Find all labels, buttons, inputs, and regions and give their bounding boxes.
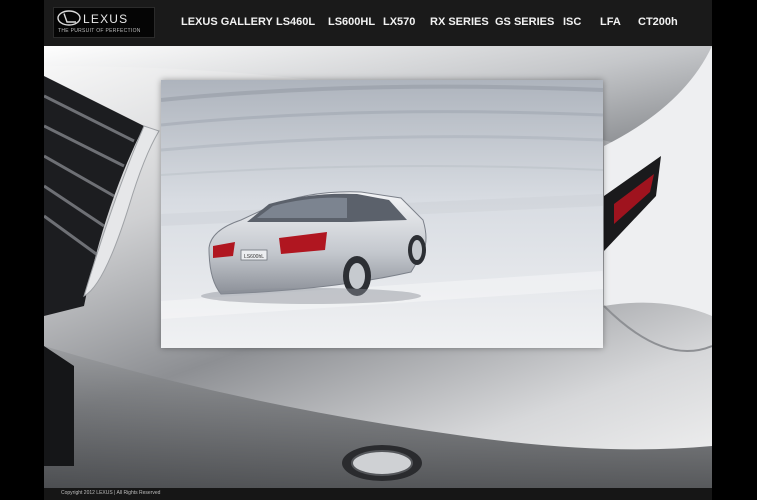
- nav-item-ct200h[interactable]: CT200h: [638, 16, 678, 28]
- brand-name: LEXUS: [83, 12, 129, 26]
- lexus-emblem-icon: [57, 10, 81, 26]
- nav-item-isc[interactable]: ISC: [563, 16, 581, 28]
- nav-item-gs-series[interactable]: GS SERIES: [495, 16, 554, 28]
- license-plate: LS600hL: [244, 254, 264, 260]
- copyright-text: Copyright 2012 LEXUS | All Rights Reserv…: [61, 490, 161, 496]
- nav-item-ls460l[interactable]: LS460L: [276, 16, 315, 28]
- top-navigation-bar: LEXUS THE PURSUIT OF PERFECTION LEXUS GA…: [44, 0, 712, 46]
- nav-item-lexus-gallery[interactable]: LEXUS GALLERY: [181, 16, 273, 28]
- main-menu: LEXUS GALLERY LS460L LS600HL LX570 RX SE…: [164, 0, 712, 46]
- nav-item-lfa[interactable]: LFA: [600, 16, 621, 28]
- brand-tagline: THE PURSUIT OF PERFECTION: [58, 28, 141, 34]
- lexus-logo[interactable]: LEXUS THE PURSUIT OF PERFECTION: [53, 7, 155, 38]
- gallery-feature-image[interactable]: LS600hL: [161, 80, 603, 348]
- ls600hl-rear-photo: LS600hL: [161, 80, 603, 348]
- site-frame: LEXUS THE PURSUIT OF PERFECTION LEXUS GA…: [44, 0, 712, 500]
- nav-item-lx570[interactable]: LX570: [383, 16, 415, 28]
- nav-item-ls600hl[interactable]: LS600HL: [328, 16, 375, 28]
- footer-bar: Copyright 2012 LEXUS | All Rights Reserv…: [44, 488, 712, 500]
- nav-item-rx-series[interactable]: RX SERIES: [430, 16, 489, 28]
